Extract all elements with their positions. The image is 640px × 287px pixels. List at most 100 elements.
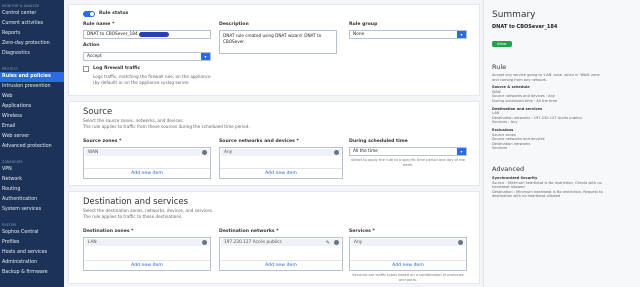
services-help: Services are traffic types based on a co… xyxy=(352,273,464,282)
sidebar-section-monitor: MONITOR & ANALYZE xyxy=(2,4,40,8)
sidebar-section-configure: CONFIGURE xyxy=(2,160,23,164)
rule-status-toggle[interactable] xyxy=(83,11,95,17)
schedule-help: Select to apply the rule to a specific t… xyxy=(351,158,465,167)
sidebar-item-wireless[interactable]: Wireless xyxy=(0,112,64,122)
remove-icon[interactable] xyxy=(458,240,463,245)
sidebar-section-system: SYSTEM xyxy=(2,223,16,227)
chevron-down-icon: ▾ xyxy=(201,53,210,60)
schedule-value: All the time xyxy=(353,149,378,154)
sidebar-item-routing[interactable]: Routing xyxy=(0,185,64,195)
destination-zone-value: LAN xyxy=(88,240,97,245)
sidebar-item-network[interactable]: Network xyxy=(0,175,64,185)
sidebar-item-current-activities[interactable]: Current activities xyxy=(0,19,64,29)
rule-group-label: Rule group xyxy=(349,22,378,27)
summary-sync-line: destination with no heartbeat allowed xyxy=(492,194,561,199)
destination-title: Destination and services xyxy=(83,197,189,207)
sidebar-item-hosts-and-services[interactable]: Hosts and services xyxy=(0,248,64,258)
remove-icon[interactable] xyxy=(334,240,339,245)
rule-card: Rule status Rule name * DNAT to CBOSever… xyxy=(68,4,480,96)
source-networks-label: Source networks and devices * xyxy=(219,139,299,144)
source-network-value: Any xyxy=(224,150,233,155)
destination-networks-label: Destination networks * xyxy=(219,229,279,234)
list-item: 197.230.127 Accès publics xyxy=(221,239,341,246)
services-label: Services * xyxy=(349,229,375,234)
sidebar-item-web-server[interactable]: Web server xyxy=(0,132,64,142)
redaction-scribble xyxy=(139,32,169,37)
description-label: Description xyxy=(219,22,249,27)
add-destination-zone-button[interactable]: Add new item xyxy=(84,260,210,270)
destination-network-value: 197.230.127 Accès publics xyxy=(224,240,282,245)
list-item: Any xyxy=(351,239,465,246)
action-label: Action xyxy=(83,43,100,48)
sidebar: MONITOR & ANALYZE Control center Current… xyxy=(0,0,64,287)
sidebar-item-web[interactable]: Web xyxy=(0,92,64,102)
rule-group-select[interactable]: None ▾ xyxy=(349,30,467,39)
sidebar-item-applications[interactable]: Applications xyxy=(0,102,64,112)
source-zone-value: WAN xyxy=(88,150,99,155)
service-value: Any xyxy=(354,240,363,245)
status-badge: Allow xyxy=(492,41,512,47)
summary-panel: Summary DNAT to CBOSever_184 Allow Rule … xyxy=(483,0,640,287)
destination-desc-2: The rule applies to traffic to these des… xyxy=(83,214,183,219)
sidebar-item-sophos-central[interactable]: Sophos Central xyxy=(0,228,64,238)
source-zones-label: Source zones * xyxy=(83,139,122,144)
log-traffic-help: Logs traffic, matching the firewall rule… xyxy=(93,74,211,85)
sidebar-item-zero-day[interactable]: Zero-day protection xyxy=(0,39,64,49)
sidebar-item-authentication[interactable]: Authentication xyxy=(0,195,64,205)
sidebar-item-intrusion-prevention[interactable]: Intrusion prevention xyxy=(0,82,64,92)
action-value: Accept xyxy=(87,54,102,59)
destination-networks-list: 197.230.127 Accès publics ✎ Add new item xyxy=(219,237,343,271)
sidebar-item-rules-and-policies[interactable]: Rules and policies xyxy=(0,72,64,82)
services-list: Any Add new item xyxy=(349,237,467,271)
source-title: Source xyxy=(83,107,113,117)
schedule-select[interactable]: All the time ▾ xyxy=(349,147,467,156)
remove-icon[interactable] xyxy=(202,150,207,155)
firewall-rule-editor: MONITOR & ANALYZE Control center Current… xyxy=(0,0,640,287)
source-desc-1: Select the source zones, networks, and d… xyxy=(83,118,184,123)
summary-title: Summary xyxy=(492,10,536,20)
add-source-zone-button[interactable]: Add new item xyxy=(84,168,210,178)
main-content: Rule status Rule name * DNAT to CBOSever… xyxy=(64,0,483,287)
summary-rule-name: DNAT to CBOSever_184 xyxy=(492,24,558,30)
sidebar-item-vpn[interactable]: VPN xyxy=(0,165,64,175)
add-source-network-button[interactable]: Add new item xyxy=(220,168,342,178)
sidebar-item-reports[interactable]: Reports xyxy=(0,29,64,39)
source-networks-list: Any Add new item xyxy=(219,147,343,179)
sidebar-item-profiles[interactable]: Profiles xyxy=(0,238,64,248)
summary-source-line: During scheduled time : All the time xyxy=(492,98,558,103)
summary-rule-heading: Rule xyxy=(492,63,507,71)
description-textarea[interactable]: DNAT rule created using DNAT wizard. DNA… xyxy=(219,30,337,54)
chevron-down-icon: ▾ xyxy=(457,31,466,38)
list-item: LAN xyxy=(85,239,209,246)
summary-rule-text: and coming from any network. xyxy=(492,77,548,82)
schedule-label: During scheduled time xyxy=(349,139,408,144)
sidebar-item-diagnostics[interactable]: Diagnostics xyxy=(0,49,64,59)
destination-zones-label: Destination zones * xyxy=(83,229,134,234)
sidebar-item-system-services[interactable]: System services xyxy=(0,205,64,215)
destination-desc-1: Select the destination zones, networks, … xyxy=(83,208,214,213)
sidebar-item-backup-firmware[interactable]: Backup & firmware xyxy=(0,268,64,278)
summary-exclusion-line: Services xyxy=(492,146,508,151)
summary-advanced-heading: Advanced xyxy=(492,164,525,173)
edit-icon[interactable]: ✎ xyxy=(326,240,330,246)
destination-card: Destination and services Select the dest… xyxy=(68,191,480,284)
list-item: WAN xyxy=(85,149,209,156)
action-select[interactable]: Accept ▾ xyxy=(83,52,211,61)
sidebar-item-control-center[interactable]: Control center xyxy=(0,9,64,19)
source-card: Source Select the source zones, networks… xyxy=(68,101,480,186)
list-item: Any xyxy=(221,149,341,156)
sidebar-item-advanced-protection[interactable]: Advanced protection xyxy=(0,142,64,152)
source-zones-list: WAN Add new item xyxy=(83,147,211,179)
sidebar-item-email[interactable]: Email xyxy=(0,122,64,132)
remove-icon[interactable] xyxy=(202,240,207,245)
log-traffic-checkbox[interactable] xyxy=(83,66,89,72)
log-traffic-label: Log firewall traffic xyxy=(93,66,141,71)
rule-group-value: None xyxy=(353,32,365,37)
sidebar-section-protect: PROTECT xyxy=(2,67,19,71)
add-service-button[interactable]: Add new item xyxy=(350,260,466,270)
add-destination-network-button[interactable]: Add new item xyxy=(220,260,342,270)
rule-status-label: Rule status xyxy=(99,11,129,16)
chevron-down-icon: ▾ xyxy=(457,148,466,155)
sidebar-item-administration[interactable]: Administration xyxy=(0,258,64,268)
remove-icon[interactable] xyxy=(334,150,339,155)
